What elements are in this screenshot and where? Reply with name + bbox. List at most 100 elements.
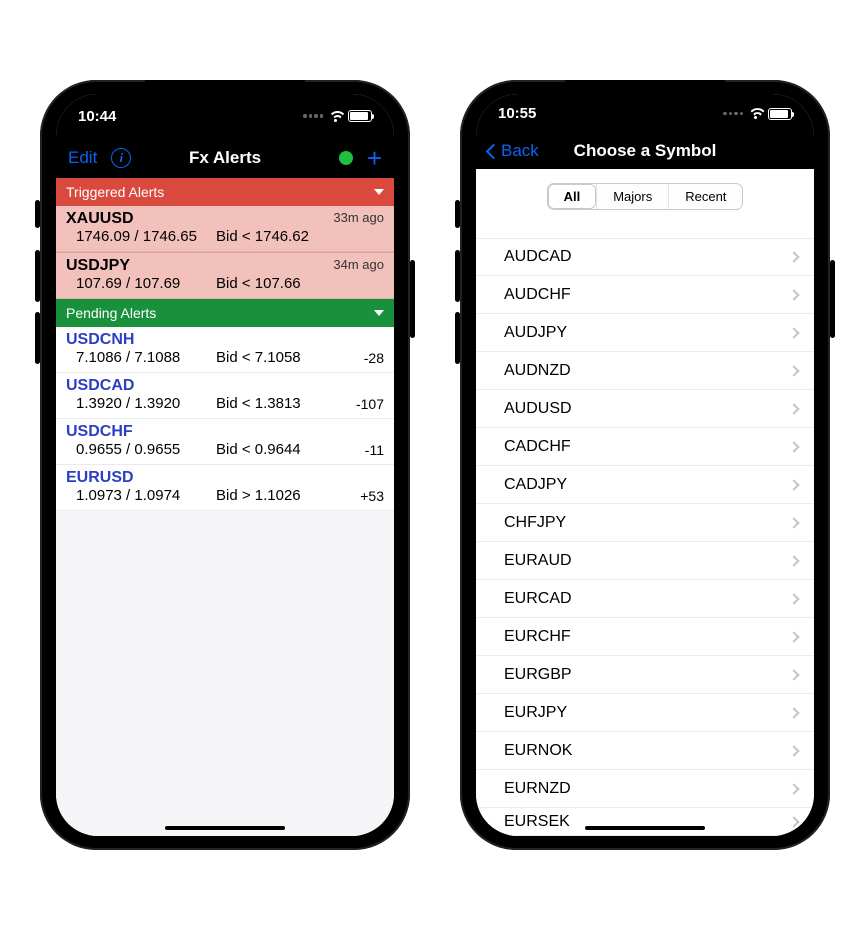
edit-button[interactable]: Edit [68, 148, 97, 168]
symbol-row[interactable]: EURCHF [476, 618, 814, 656]
volume-down [35, 312, 40, 364]
pending-alerts-header[interactable]: Pending Alerts [56, 299, 394, 327]
chevron-right-icon [788, 289, 799, 300]
caret-down-icon [374, 189, 384, 195]
chevron-right-icon [788, 327, 799, 338]
silent-switch [35, 200, 40, 228]
symbol-label: EURNOK [504, 742, 572, 760]
section-label: Pending Alerts [66, 305, 156, 321]
symbol-label: AUDNZD [504, 362, 571, 380]
silent-switch [455, 200, 460, 228]
alert-quote: 7.1086 / 7.1088 [66, 349, 216, 366]
triggered-alerts-header[interactable]: Triggered Alerts [56, 178, 394, 206]
alert-delta: +53 [360, 488, 384, 504]
symbol-label: EURSEK [504, 813, 570, 831]
symbol-label: EURGBP [504, 666, 572, 684]
alert-quote: 1.3920 / 1.3920 [66, 395, 216, 412]
volume-up [455, 250, 460, 302]
chevron-right-icon [788, 745, 799, 756]
chevron-right-icon [788, 816, 799, 827]
tab-all[interactable]: All [548, 184, 597, 209]
symbol-row[interactable]: CADJPY [476, 466, 814, 504]
alert-row[interactable]: USDCAD -107 1.3920 / 1.3920 Bid < 1.3813 [56, 373, 394, 419]
chevron-left-icon [486, 143, 502, 159]
alert-condition: Bid < 1746.62 [216, 228, 384, 245]
alert-quote: 0.9655 / 0.9655 [66, 441, 216, 458]
alert-delta: -107 [356, 396, 384, 412]
symbol-label: AUDCAD [504, 248, 572, 266]
symbol-row[interactable]: EURCAD [476, 580, 814, 618]
alert-symbol: EURUSD [66, 469, 384, 487]
chevron-right-icon [788, 631, 799, 642]
alert-condition: Bid < 0.9644 [216, 441, 384, 458]
power-button [410, 260, 415, 338]
symbol-label: EURJPY [504, 704, 567, 722]
symbol-label: AUDUSD [504, 400, 572, 418]
chevron-right-icon [788, 783, 799, 794]
alert-row[interactable]: USDJPY 34m ago 107.69 / 107.69 Bid < 107… [56, 252, 394, 299]
alert-quote: 1.0973 / 1.0974 [66, 487, 216, 504]
tab-majors[interactable]: Majors [596, 184, 668, 209]
section-label: Triggered Alerts [66, 184, 164, 200]
phone-fx-alerts: 10:44 Edit i Fx Alerts + T [40, 80, 410, 850]
chevron-right-icon [788, 593, 799, 604]
wifi-icon [748, 108, 763, 119]
home-indicator[interactable] [585, 826, 705, 830]
symbol-label: AUDJPY [504, 324, 567, 342]
chevron-right-icon [788, 517, 799, 528]
alert-symbol: USDCAD [66, 377, 384, 395]
symbol-row[interactable]: AUDNZD [476, 352, 814, 390]
alert-row[interactable]: EURUSD +53 1.0973 / 1.0974 Bid > 1.1026 [56, 465, 394, 511]
volume-up [35, 250, 40, 302]
symbol-row[interactable]: EURNZD [476, 770, 814, 808]
symbol-row[interactable]: EURJPY [476, 694, 814, 732]
symbol-row[interactable]: EURSEK [476, 808, 814, 836]
chevron-right-icon [788, 669, 799, 680]
chevron-right-icon [788, 707, 799, 718]
cellular-icon [303, 114, 323, 118]
home-indicator[interactable] [165, 826, 285, 830]
symbol-row[interactable]: AUDUSD [476, 390, 814, 428]
battery-icon [348, 110, 372, 122]
alert-time: 34m ago [333, 257, 384, 272]
caret-down-icon [374, 310, 384, 316]
alert-symbol: USDCHF [66, 423, 384, 441]
cellular-icon [723, 112, 743, 116]
alert-row[interactable]: USDCNH -28 7.1086 / 7.1088 Bid < 7.1058 [56, 327, 394, 373]
tab-recent[interactable]: Recent [668, 184, 742, 209]
back-button[interactable]: Back [488, 141, 539, 161]
power-button [830, 260, 835, 338]
add-alert-button[interactable]: + [367, 145, 382, 171]
wifi-icon [328, 111, 343, 122]
symbol-row[interactable]: EURAUD [476, 542, 814, 580]
symbol-row[interactable]: AUDCAD [476, 238, 814, 276]
alert-condition: Bid < 107.66 [216, 275, 384, 292]
notch [145, 80, 305, 108]
symbol-label: EURCAD [504, 590, 572, 608]
nav-bar: Edit i Fx Alerts + [56, 138, 394, 178]
info-icon[interactable]: i [111, 148, 131, 168]
symbol-row[interactable]: CADCHF [476, 428, 814, 466]
alert-condition: Bid > 1.1026 [216, 487, 384, 504]
alert-row[interactable]: USDCHF -11 0.9655 / 0.9655 Bid < 0.9644 [56, 419, 394, 465]
chevron-right-icon [788, 251, 799, 262]
symbol-label: CHFJPY [504, 514, 566, 532]
notch [565, 80, 725, 108]
symbol-label: EURNZD [504, 780, 571, 798]
symbol-row[interactable]: AUDJPY [476, 314, 814, 352]
back-label: Back [501, 141, 539, 161]
symbol-list[interactable]: AUDCAD AUDCHF AUDJPY AUDNZD AUDUSD CADCHFCADJ… [476, 218, 814, 836]
symbol-row[interactable]: AUDCHF [476, 276, 814, 314]
volume-down [455, 312, 460, 364]
status-time: 10:44 [78, 108, 116, 125]
symbol-row[interactable]: EURNOK [476, 732, 814, 770]
chevron-right-icon [788, 365, 799, 376]
phone-choose-symbol: 10:55 Back Choose a Symbol [460, 80, 830, 850]
alert-symbol: USDCNH [66, 331, 384, 349]
alert-delta: -11 [365, 442, 384, 458]
status-time: 10:55 [498, 105, 536, 122]
symbol-row[interactable]: CHFJPY [476, 504, 814, 542]
alert-time: 33m ago [333, 210, 384, 225]
symbol-row[interactable]: EURGBP [476, 656, 814, 694]
alert-row[interactable]: XAUUSD 33m ago 1746.09 / 1746.65 Bid < 1… [56, 206, 394, 252]
